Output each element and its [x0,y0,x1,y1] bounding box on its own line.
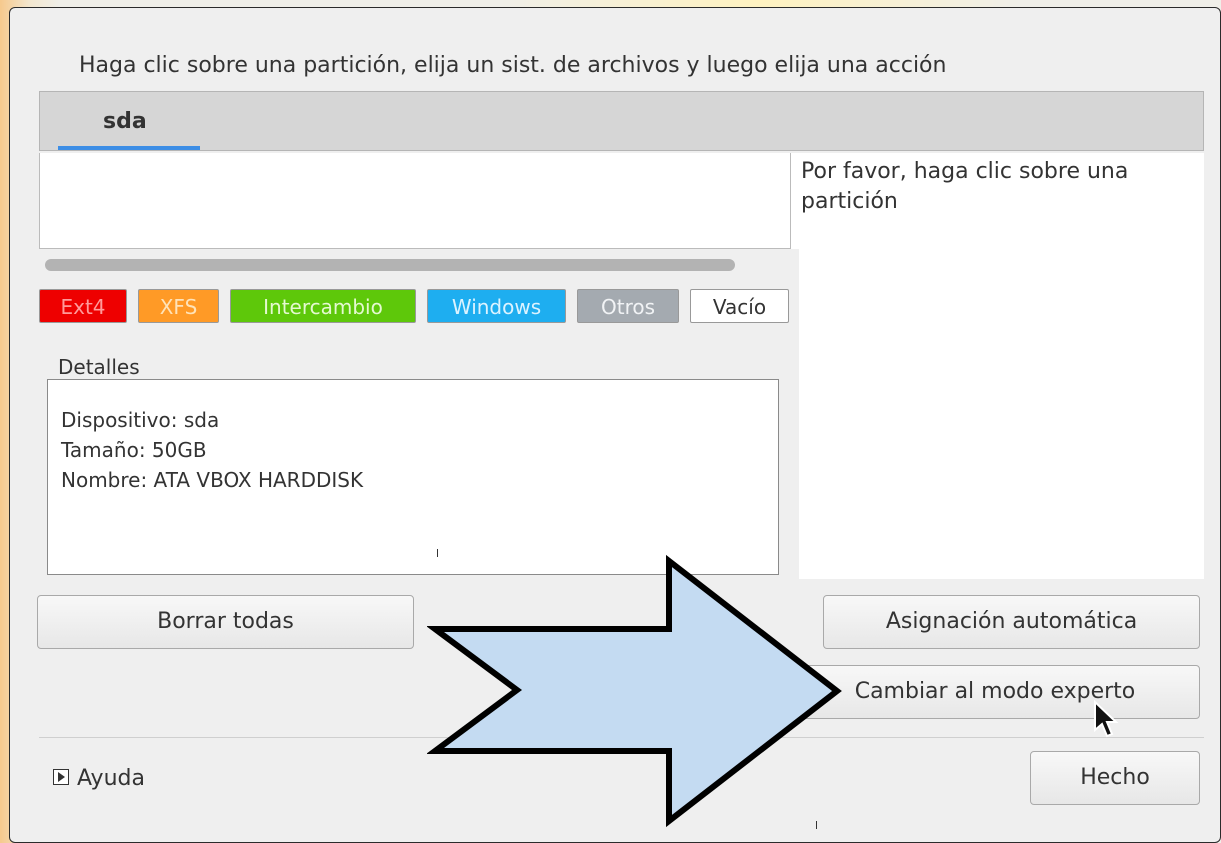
partition-panel: Ext4 XFS Intercambio Windows Otros Vacío [39,153,1204,579]
arrow-right-icon [427,554,842,828]
fs-other-button[interactable]: Otros [577,289,679,323]
select-partition-hint: Por favor, haga clic sobre una partición [801,159,1129,214]
fs-ext4-label: Ext4 [60,295,106,319]
fs-empty-label: Vacío [712,295,767,319]
fs-swap-button[interactable]: Intercambio [230,289,416,323]
fs-windows-label: Windows [451,295,542,319]
fs-xfs-button[interactable]: XFS [138,289,219,323]
tab-sda[interactable]: sda [58,92,202,150]
fs-empty-button[interactable]: Vacío [690,289,789,323]
fs-ext4-button[interactable]: Ext4 [39,289,127,323]
help-expander[interactable]: Ayuda [53,763,145,795]
details-content: Dispositivo: sda Tamaño: 50GB Nombre: AT… [61,405,363,495]
instruction-text: Haga clic sobre una partición, elija un … [79,53,947,78]
tab-sda-label: sda [103,109,147,134]
done-button[interactable]: Hecho [1030,751,1200,805]
done-label: Hecho [1080,765,1150,790]
expander-triangle-icon [53,769,69,785]
fs-other-label: Otros [600,295,656,319]
details-title: Detalles [55,355,143,379]
annotation-arrow [427,554,842,828]
auto-allocate-label: Asignación automática [885,609,1138,634]
expert-mode-button[interactable]: Cambiar al modo experto [790,665,1200,719]
disk-tab-bar: sda [39,91,1204,151]
clear-all-label: Borrar todas [157,609,294,634]
auto-allocate-button[interactable]: Asignación automática [823,595,1200,649]
tab-active-indicator [58,146,200,150]
mouse-pointer-icon [1094,700,1119,738]
help-label: Ayuda [77,766,145,791]
fs-swap-label: Intercambio [263,295,383,319]
details-name: Nombre: ATA VBOX HARDDISK [61,468,364,492]
fs-windows-button[interactable]: Windows [427,289,566,323]
fs-xfs-label: XFS [159,295,198,319]
left-pane: Ext4 XFS Intercambio Windows Otros Vacío [39,249,799,579]
details-size: Tamaño: 50GB [61,438,207,462]
horizontal-scrollbar[interactable] [45,259,735,271]
details-device: Dispositivo: sda [61,408,220,432]
clear-all-button[interactable]: Borrar todas [37,595,414,649]
partition-map[interactable] [39,153,791,249]
